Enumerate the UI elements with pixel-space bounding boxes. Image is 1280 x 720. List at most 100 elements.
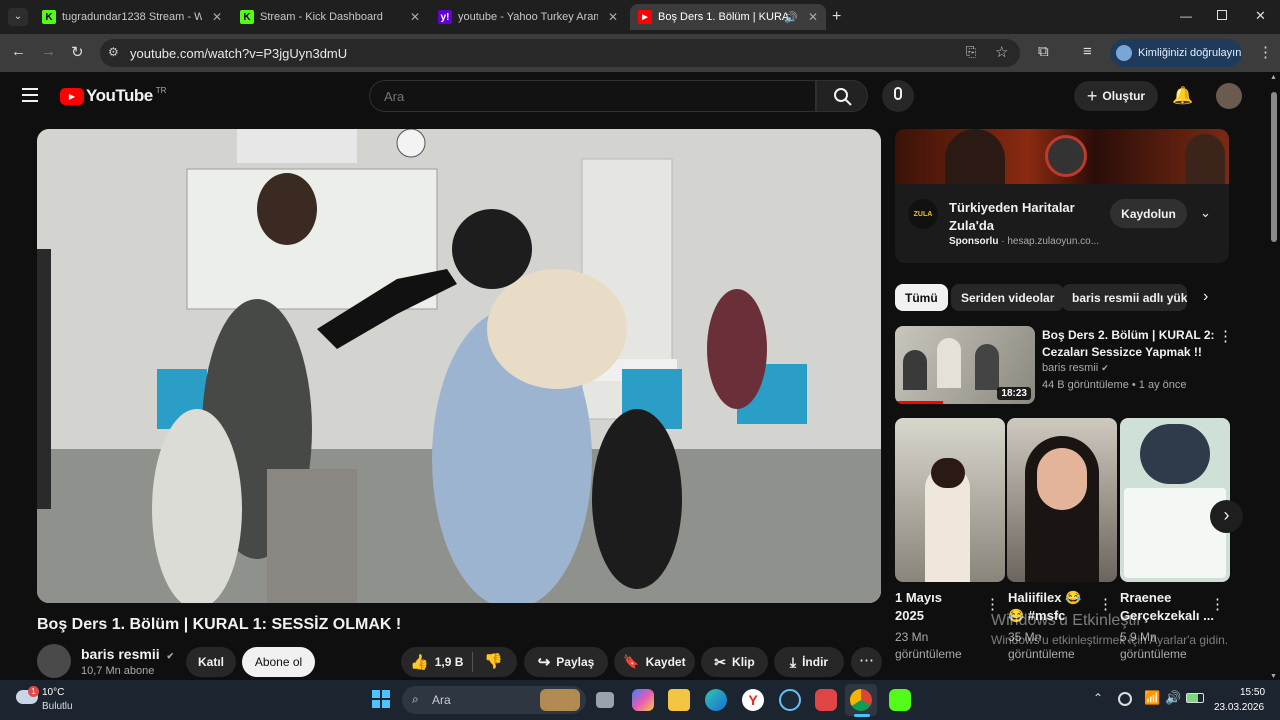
bookmark-star-icon[interactable]: ☆: [995, 43, 1008, 61]
related-video-title-line1[interactable]: Boş Ders 2. Bölüm | KURAL 2:: [1042, 326, 1215, 344]
kick-app-icon[interactable]: [889, 689, 911, 711]
security-app-icon[interactable]: [815, 689, 837, 711]
channel-avatar[interactable]: [37, 644, 71, 678]
task-view-icon[interactable]: [596, 692, 614, 708]
search-input[interactable]: [369, 80, 816, 112]
search-button[interactable]: [816, 80, 868, 112]
yandex-icon[interactable]: Y: [742, 689, 764, 711]
subscribe-button[interactable]: Abone ol: [242, 647, 315, 677]
shorts-next-button[interactable]: ›: [1210, 500, 1243, 533]
profile-verify-button[interactable]: Kimliğinizi doğrulayın: [1110, 39, 1242, 67]
taskbar-search-box[interactable]: ⌕ Ara: [402, 686, 586, 714]
ad-cta-button[interactable]: Kaydolun: [1110, 199, 1187, 228]
chevron-down-icon[interactable]: ⌄: [1200, 205, 1211, 221]
back-arrow-icon[interactable]: ←: [11, 43, 26, 60]
ad-banner[interactable]: [895, 129, 1229, 184]
channel-name[interactable]: baris resmii ✔: [81, 646, 174, 662]
reload-icon[interactable]: ↻: [71, 43, 84, 61]
tray-app-icon[interactable]: [1118, 692, 1132, 706]
short-title-line1[interactable]: 1 Mayıs: [895, 589, 942, 607]
page-scrollbar[interactable]: ▲ ▼: [1268, 72, 1280, 680]
steam-icon[interactable]: [779, 689, 801, 711]
browser-tab-kick-dashboard[interactable]: K Stream - Kick Dashboard ✕: [232, 4, 428, 30]
kebab-menu-icon[interactable]: ⋮: [985, 595, 1000, 613]
menu-kebab-icon[interactable]: ⋮: [1258, 43, 1273, 61]
browser-tab-yahoo[interactable]: y! youtube - Yahoo Turkey Arama ✕: [430, 4, 626, 30]
thumbs-down-icon[interactable]: 👎: [484, 652, 503, 670]
short-thumbnail[interactable]: [1007, 418, 1117, 582]
windows-start-icon[interactable]: [372, 690, 390, 708]
create-button[interactable]: + Oluştur: [1074, 81, 1158, 111]
tab-title: Boş Ders 1. Bölüm | KURAL: [658, 11, 788, 23]
minimize-button[interactable]: —: [1180, 9, 1192, 23]
save-button[interactable]: 🔖 Kaydet: [614, 647, 695, 677]
kebab-menu-icon[interactable]: ⋮: [1210, 595, 1225, 613]
site-info-icon[interactable]: ⚙: [108, 45, 119, 59]
chrome-icon[interactable]: [850, 689, 872, 711]
clock-time[interactable]: 15:50: [1240, 687, 1265, 698]
close-icon[interactable]: ✕: [410, 10, 420, 24]
scroll-down-arrow[interactable]: ▼: [1270, 673, 1277, 680]
speaker-icon[interactable]: 🔊: [784, 11, 798, 24]
hamburger-menu-icon[interactable]: [22, 88, 38, 102]
ad-title-line1[interactable]: Türkiyeden Haritalar: [949, 200, 1075, 215]
battery-icon[interactable]: [1186, 693, 1204, 703]
youtube-logo[interactable]: ▶ YouTube TR: [60, 86, 166, 106]
short-thumbnail[interactable]: [1120, 418, 1230, 582]
install-app-icon[interactable]: ⎘: [966, 44, 976, 60]
close-icon[interactable]: ✕: [608, 10, 618, 24]
ad-sponsor-line: Sponsorlu · hesap.zulaoyun.co...: [949, 236, 1099, 247]
browser-tab-kick-stream[interactable]: K tugradundar1238 Stream - Wat ✕: [34, 4, 230, 30]
tab-search-dropdown-button[interactable]: ⌄: [8, 8, 28, 26]
related-channel-name: baris resmii: [1042, 362, 1099, 374]
download-button[interactable]: ⤓ İndir: [774, 647, 844, 677]
close-icon[interactable]: ✕: [808, 10, 818, 24]
video-player[interactable]: [37, 129, 881, 603]
browser-tab-youtube-active[interactable]: ▶ Boş Ders 1. Bölüm | KURAL 🔊 ✕: [630, 4, 826, 30]
close-icon[interactable]: ✕: [212, 10, 222, 24]
chevron-up-icon[interactable]: ⌃: [1093, 691, 1103, 705]
chip-series-videos[interactable]: Seriden videolar: [951, 284, 1065, 311]
wifi-icon[interactable]: 📶: [1144, 690, 1160, 706]
new-tab-button[interactable]: +: [832, 8, 841, 26]
kebab-menu-icon[interactable]: ⋮: [1218, 327, 1233, 345]
related-video-title-line2[interactable]: Cezaları Sessizce Yapmak !!: [1042, 343, 1202, 361]
tab-title: youtube - Yahoo Turkey Arama: [458, 11, 598, 23]
edge-icon[interactable]: [705, 689, 727, 711]
short-title-line2[interactable]: 2025: [895, 607, 924, 625]
related-video-channel[interactable]: baris resmii ✔: [1042, 360, 1109, 377]
join-button[interactable]: Katıl: [186, 647, 236, 677]
chevron-right-icon[interactable]: ›: [1203, 288, 1208, 306]
weather-widget[interactable]: 1 10°C Bulutlu: [14, 686, 84, 716]
like-button[interactable]: 👍 1,9 B: [410, 653, 463, 671]
related-video-thumbnail[interactable]: 18:23: [895, 326, 1035, 404]
window-close-button[interactable]: ✕: [1255, 8, 1266, 24]
media-control-icon[interactable]: ≡: [1083, 43, 1092, 60]
ad-title-line2[interactable]: Zula'da: [949, 218, 994, 233]
extensions-icon[interactable]: ⧉: [1038, 43, 1049, 60]
weather-desc: Bulutlu: [42, 701, 73, 712]
copilot-icon[interactable]: [632, 689, 654, 711]
restore-button[interactable]: [1217, 10, 1227, 20]
short-title-line1[interactable]: Rraenee: [1120, 589, 1171, 607]
chip-all[interactable]: Tümü: [895, 284, 948, 311]
clip-button[interactable]: ✂ Klip: [701, 647, 768, 677]
voice-search-button[interactable]: [882, 80, 914, 112]
scroll-up-arrow[interactable]: ▲: [1270, 74, 1277, 81]
ad-logo[interactable]: ZULA: [908, 199, 938, 229]
scrollbar-thumb[interactable]: [1271, 92, 1277, 242]
notifications-bell-icon[interactable]: 🔔: [1172, 86, 1193, 106]
volume-icon[interactable]: 🔊: [1165, 690, 1181, 706]
chip-channel-uploads[interactable]: baris resmii adlı yükle: [1062, 284, 1187, 311]
short-thumbnail[interactable]: [895, 418, 1005, 582]
forward-arrow-icon[interactable]: →: [41, 43, 56, 60]
start-tile: [382, 700, 390, 708]
address-bar[interactable]: ⚙ youtube.com/watch?v=P3jgUyn3dmU ⎘ ☆: [100, 39, 1020, 67]
more-actions-button[interactable]: ⋯: [851, 647, 882, 677]
account-avatar[interactable]: [1216, 83, 1242, 109]
short-title-line1[interactable]: Haliifilex 😂: [1008, 589, 1081, 607]
file-explorer-icon[interactable]: [668, 689, 690, 711]
kebab-menu-icon[interactable]: ⋮: [1098, 595, 1113, 613]
clock-date[interactable]: 23.03.2026: [1214, 702, 1264, 713]
share-button[interactable]: ↪ Paylaş: [524, 647, 608, 677]
